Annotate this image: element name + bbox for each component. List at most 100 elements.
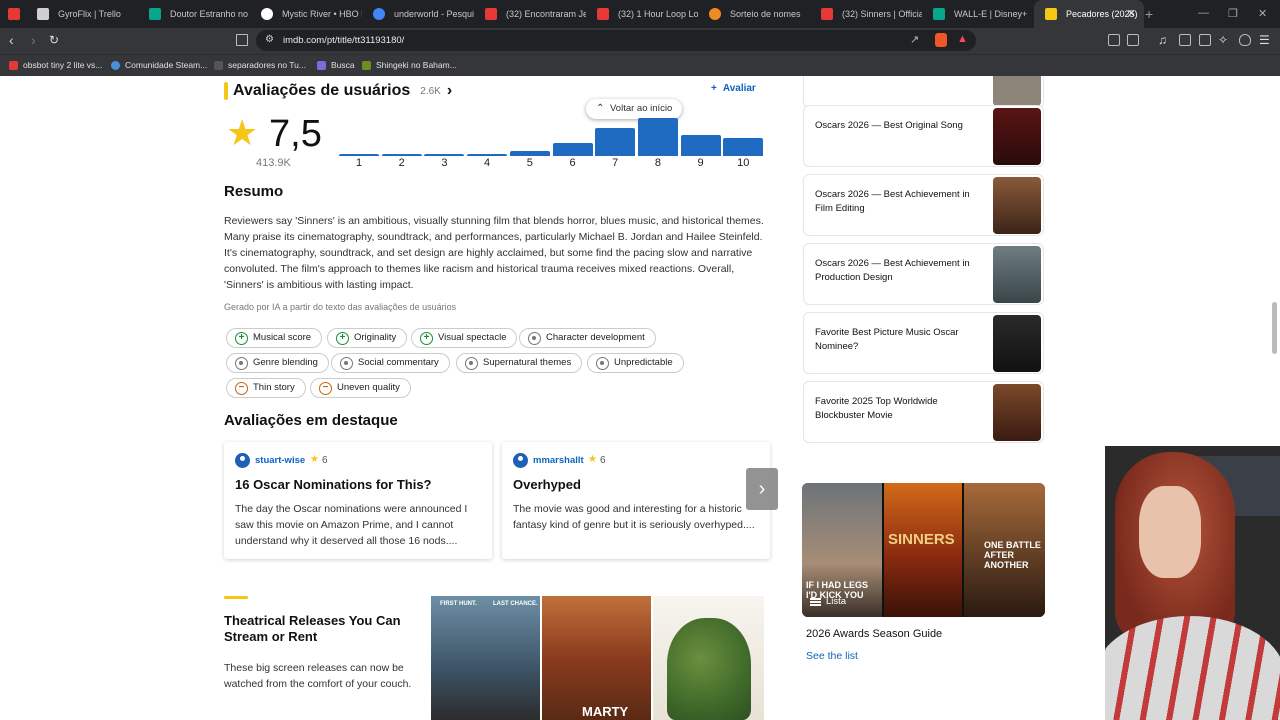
webcam-overlay bbox=[1105, 446, 1280, 720]
review-title[interactable]: Overhyped bbox=[513, 477, 581, 492]
menu-icon[interactable]: ☰ bbox=[1259, 33, 1270, 47]
leo-ai-icon[interactable]: ✧ bbox=[1218, 33, 1228, 47]
review-topic-chip[interactable]: Character development bbox=[519, 328, 656, 348]
histogram-bar[interactable] bbox=[424, 154, 465, 156]
tab-5[interactable]: (32) Encontraram Jeff bbox=[474, 0, 586, 28]
review-topic-chip[interactable]: − Thin story bbox=[226, 378, 306, 398]
tab-8[interactable]: (32) Sinners | Official bbox=[810, 0, 922, 28]
poster-text: MARTY bbox=[582, 704, 629, 719]
music-icon[interactable]: ♫ bbox=[1158, 33, 1167, 47]
review-author-link[interactable]: stuart-wise bbox=[255, 455, 305, 466]
bookmark-icon[interactable] bbox=[236, 34, 248, 46]
histogram-bar[interactable] bbox=[467, 154, 508, 156]
screenshot-icon[interactable] bbox=[1127, 34, 1139, 46]
youtube-favicon-icon bbox=[485, 8, 497, 20]
poll-thumbnail bbox=[993, 246, 1041, 303]
site-settings-icon[interactable]: ⚙ bbox=[265, 34, 274, 45]
brave-rewards-icon[interactable]: ▲ bbox=[957, 33, 968, 45]
review-topic-chip[interactable]: + Musical score bbox=[226, 328, 323, 348]
histogram-bar[interactable] bbox=[552, 143, 593, 156]
tab-youtube[interactable] bbox=[0, 0, 26, 28]
poll-card-partial[interactable] bbox=[803, 76, 1044, 108]
close-window-icon[interactable]: ✕ bbox=[1258, 7, 1267, 20]
reload-icon[interactable]: ↻ bbox=[49, 33, 59, 47]
bookmark-2[interactable]: Comunidade Steam... bbox=[111, 60, 207, 70]
review-card[interactable]: mmarshallt ★ 6 Overhyped The movie was g… bbox=[502, 442, 770, 559]
tab-6[interactable]: (32) 1 Hour Loop Lon bbox=[586, 0, 698, 28]
histogram-bar[interactable] bbox=[637, 118, 678, 156]
review-card[interactable]: stuart-wise ★ 6 16 Oscar Nominations for… bbox=[224, 442, 492, 559]
user-reviews-header[interactable]: Avaliações de usuários 2.6K › bbox=[224, 82, 452, 100]
bookmark-1[interactable]: obsbot tiny 2 lite vs... bbox=[9, 60, 102, 70]
tab-9[interactable]: WALL-E | Disney+ bbox=[922, 0, 1034, 28]
review-topic-chip[interactable]: Supernatural themes bbox=[456, 353, 583, 373]
histogram-bar[interactable] bbox=[339, 153, 379, 156]
see-list-link[interactable]: See the list bbox=[806, 650, 858, 662]
theatrical-releases-title[interactable]: Theatrical Releases You Can Stream or Re… bbox=[224, 613, 424, 645]
summary-title: Resumo bbox=[224, 183, 284, 200]
disney-favicon-icon bbox=[149, 8, 161, 20]
tab-2[interactable]: Doutor Estranho no M bbox=[138, 0, 250, 28]
review-topic-chip[interactable]: − Uneven quality bbox=[310, 378, 411, 398]
minimize-icon[interactable]: — bbox=[1198, 7, 1209, 19]
poll-card[interactable]: Oscars 2026 — Best Achievement in Film E… bbox=[803, 174, 1044, 236]
anime-favicon-icon bbox=[362, 61, 371, 70]
address-bar[interactable]: ⚙ imdb.com/pt/title/tt31193180/ ↗ ▲ bbox=[256, 30, 976, 51]
neutral-circle-icon bbox=[596, 357, 609, 370]
poster-image[interactable]: MARTY bbox=[542, 596, 651, 720]
histogram-label: 10 bbox=[737, 157, 750, 169]
chip-label: Uneven quality bbox=[337, 382, 400, 393]
poster-image[interactable] bbox=[653, 596, 764, 720]
google-favicon-icon bbox=[373, 8, 385, 20]
carousel-next-button[interactable]: › bbox=[746, 468, 778, 510]
review-topic-chip[interactable]: Unpredictable bbox=[587, 353, 684, 373]
list-badge-label: Lista bbox=[826, 596, 847, 607]
review-topic-chip[interactable]: Genre blending bbox=[226, 353, 329, 373]
bookmark-3[interactable]: separadores no Tu... bbox=[214, 60, 306, 70]
back-icon[interactable]: ‹ bbox=[9, 32, 14, 48]
histogram-bar[interactable] bbox=[723, 137, 764, 156]
new-tab-icon[interactable]: + bbox=[1145, 6, 1153, 22]
brave-shields-icon[interactable] bbox=[935, 33, 947, 47]
rate-button[interactable]: + Avaliar bbox=[711, 83, 756, 94]
tab-7[interactable]: Sorteio de nomes bbox=[698, 0, 810, 28]
histogram-bar[interactable] bbox=[381, 154, 422, 156]
review-topic-chip[interactable]: Social commentary bbox=[331, 353, 450, 373]
rating-histogram[interactable] bbox=[338, 116, 764, 156]
tab-3[interactable]: Mystic River • HBO M bbox=[250, 0, 362, 28]
list-poster: SINNERS bbox=[884, 483, 962, 617]
review-topic-chip[interactable]: + Visual spectacle bbox=[411, 328, 518, 348]
bookmark-4[interactable]: Busca bbox=[317, 60, 355, 70]
poll-label: Favorite 2025 Top Worldwide Blockbuster … bbox=[815, 396, 938, 421]
forward-icon[interactable]: › bbox=[31, 32, 36, 48]
poll-card[interactable]: Oscars 2026 — Best Original Song bbox=[803, 105, 1044, 167]
vpn-icon[interactable] bbox=[1239, 34, 1251, 46]
review-topic-chip[interactable]: + Originality bbox=[327, 328, 408, 348]
list-title[interactable]: 2026 Awards Season Guide bbox=[806, 628, 942, 640]
close-tab-icon[interactable]: ✕ bbox=[1127, 7, 1136, 20]
sidebar-icon[interactable] bbox=[1179, 34, 1191, 46]
tab-active-imdb[interactable]: Pecadores (2025) ✕ bbox=[1034, 0, 1144, 28]
poll-card[interactable]: Favorite Best Picture Music Oscar Nomine… bbox=[803, 312, 1044, 374]
page-scrollbar[interactable] bbox=[1272, 302, 1277, 354]
review-title[interactable]: 16 Oscar Nominations for This? bbox=[235, 477, 432, 492]
user-reviews-title: Avaliações de usuários bbox=[233, 82, 411, 99]
histogram-bar[interactable] bbox=[595, 127, 636, 156]
share-icon[interactable]: ↗ bbox=[910, 33, 919, 46]
poll-card[interactable]: Favorite 2025 Top Worldwide Blockbuster … bbox=[803, 381, 1044, 443]
extensions-icon[interactable] bbox=[1108, 34, 1120, 46]
review-author-link[interactable]: mmarshallt bbox=[533, 455, 584, 466]
user-avatar-icon bbox=[235, 453, 250, 468]
tab-4[interactable]: underworld - Pesquisa bbox=[362, 0, 474, 28]
user-avatar-icon bbox=[513, 453, 528, 468]
histogram-bar[interactable] bbox=[680, 134, 721, 156]
histogram-bar[interactable] bbox=[509, 151, 550, 156]
bookmark-label: Shingeki no Baham... bbox=[376, 60, 457, 70]
tab-1[interactable]: GyroFlix | Trello bbox=[26, 0, 138, 28]
poster-image[interactable]: FIRST HUNT. LAST CHANCE. bbox=[431, 596, 540, 720]
poll-card[interactable]: Oscars 2026 — Best Achievement in Produc… bbox=[803, 243, 1044, 305]
wallet-icon[interactable] bbox=[1199, 34, 1211, 46]
histogram-label: 7 bbox=[612, 157, 619, 169]
bookmark-5[interactable]: Shingeki no Baham... bbox=[362, 60, 457, 70]
restore-icon[interactable]: ❐ bbox=[1228, 7, 1238, 20]
